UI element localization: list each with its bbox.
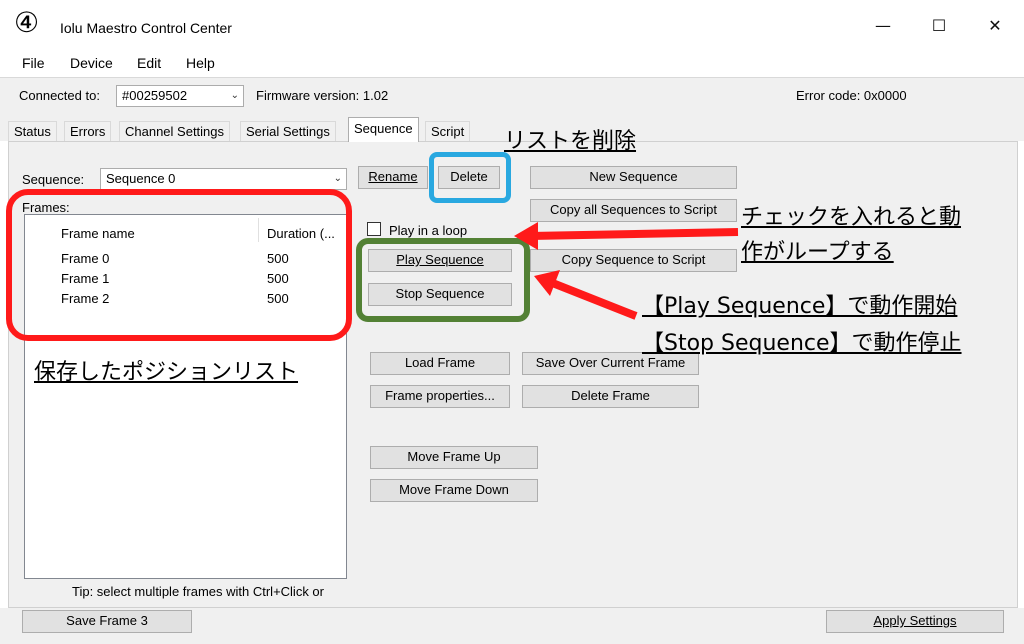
annotation-arrows xyxy=(514,222,739,320)
play-arrow-icon xyxy=(534,270,638,320)
loop-arrow-icon xyxy=(514,222,739,250)
tab-sequence[interactable]: Sequence xyxy=(348,117,419,142)
